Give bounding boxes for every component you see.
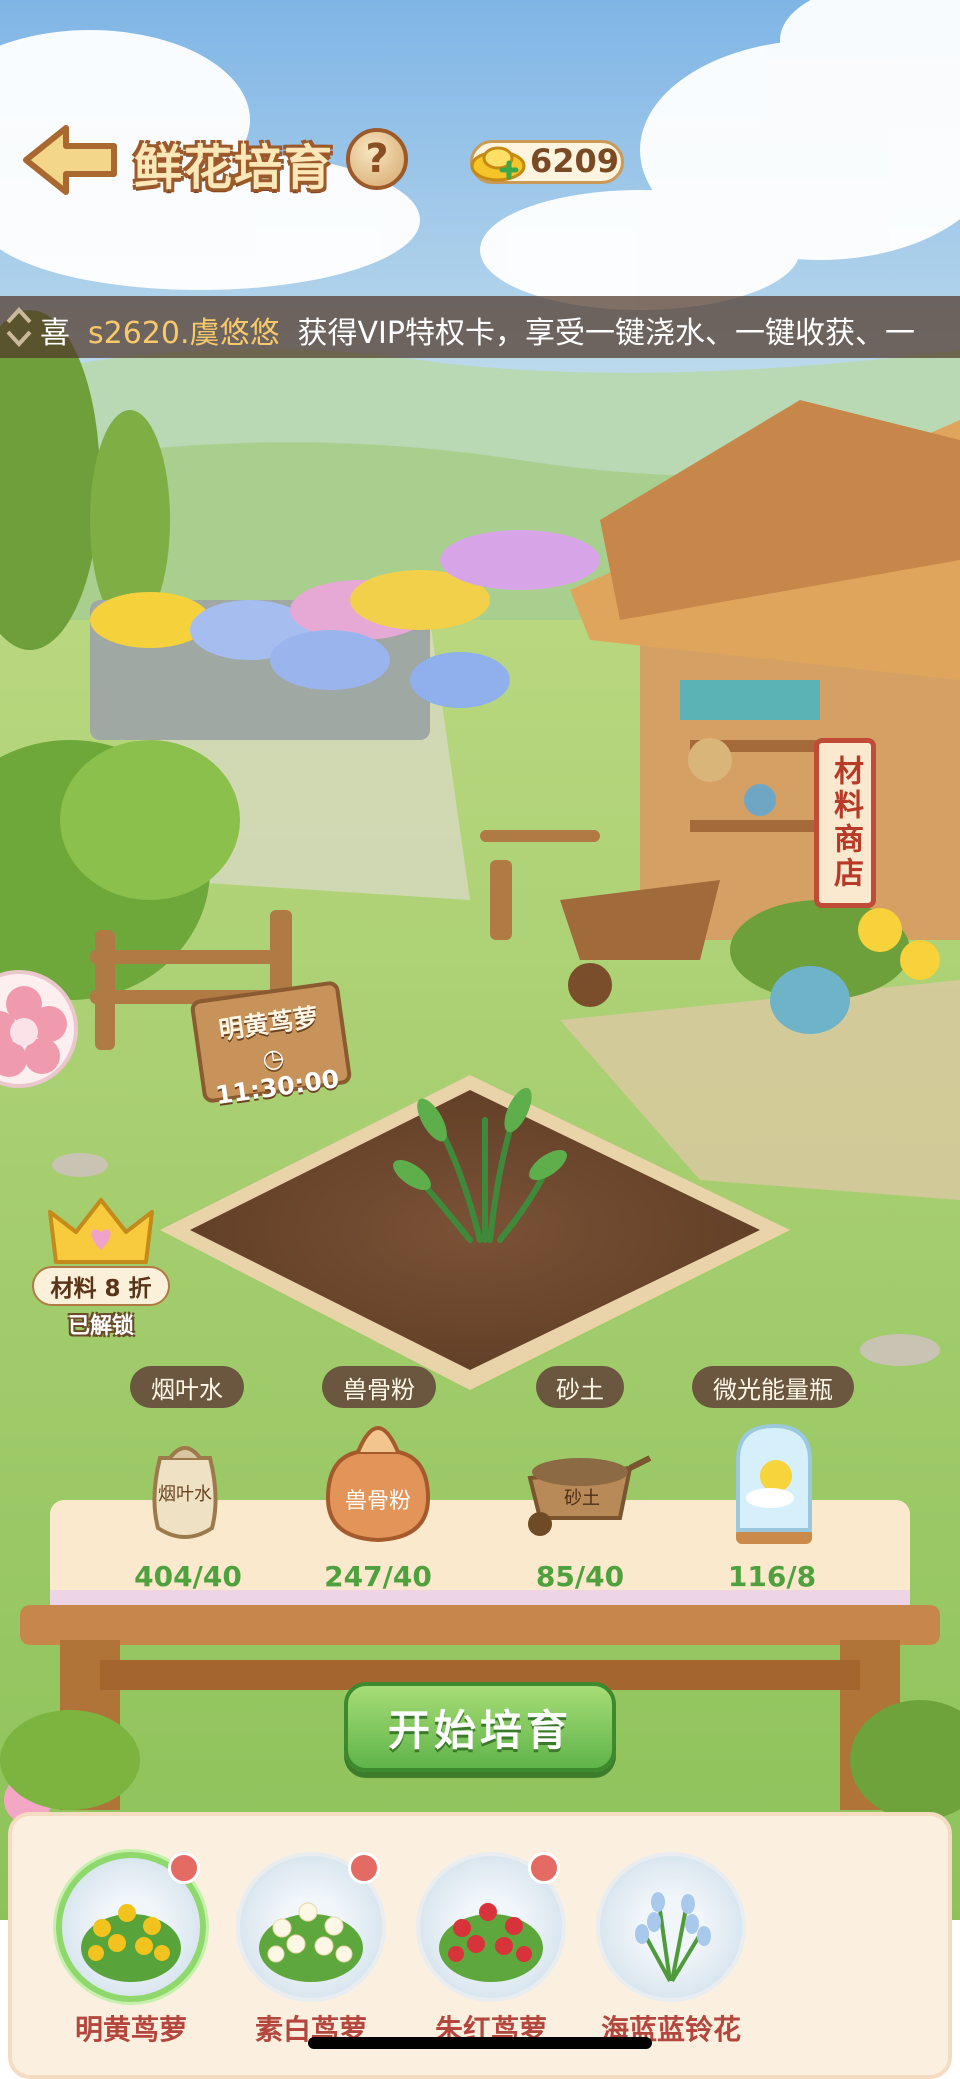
flower-option-plain-white[interactable]: 素白茑萝	[236, 1852, 386, 2062]
material-count-bone-powder: 247/40	[324, 1560, 432, 1593]
bone-sack-text: 兽骨粉	[345, 1489, 411, 1514]
tobacco-water-bag-icon[interactable]: 烟叶水	[140, 1418, 230, 1548]
material-count-tobacco-water: 404/40	[134, 1560, 242, 1593]
help-button[interactable]: ?	[346, 128, 408, 190]
notification-dot	[168, 1852, 200, 1884]
sand-soil-cart-icon[interactable]: 砂土	[510, 1438, 655, 1538]
gold-ingot-icon	[470, 146, 526, 182]
announcement-message: 获得VIP特权卡，享受一键浇水、一键收获、一	[297, 316, 915, 351]
scroll-arrows-icon	[6, 307, 32, 347]
material-label-tobacco-water: 烟叶水	[130, 1366, 244, 1408]
flower-thumbnail	[596, 1852, 746, 2002]
material-label-glow-jar: 微光能量瓶	[692, 1366, 854, 1408]
announcement-text: 喜 s2620.虞悠悠 获得VIP特权卡，享受一键浇水、一键收获、一	[40, 308, 915, 352]
pink-flower-icon	[0, 986, 67, 1077]
plant-timer-sign: 明黄茑萝 ◷ 11:30:00	[189, 980, 353, 1110]
vip-unlock-status: 已解锁	[67, 1314, 134, 1339]
back-arrow-icon	[23, 125, 117, 195]
bone-powder-sack-icon[interactable]: 兽骨粉	[318, 1418, 438, 1548]
flower-option-vermilion[interactable]: 朱红茑萝	[416, 1852, 566, 2062]
flower-option-bright-yellow[interactable]: 明黄茑萝	[56, 1852, 206, 2062]
flower-option-sea-blue-bellflower[interactable]: 海蓝蓝铃花	[596, 1852, 746, 2062]
announcement-player: s2620.虞悠悠	[88, 316, 280, 351]
material-label-sand-soil: 砂土	[536, 1366, 624, 1408]
start-cultivation-button[interactable]: 开始培育	[344, 1682, 616, 1772]
material-count-glow-jar: 116/8	[727, 1560, 817, 1593]
cart-text: 砂土	[564, 1488, 600, 1509]
side-flower-button[interactable]	[0, 970, 78, 1088]
game-scene: 鲜花培育 ? 6209 喜 s2620.虞悠悠 获得VIP特权卡，享受一键浇水、一键…	[0, 0, 960, 2079]
back-button[interactable]	[20, 120, 120, 200]
announcement-marquee: 喜 s2620.虞悠悠 获得VIP特权卡，享受一键浇水、一键收获、一	[0, 296, 960, 358]
material-label-bone-powder: 兽骨粉	[322, 1366, 436, 1408]
notification-dot	[348, 1852, 380, 1884]
crown-icon[interactable]	[46, 1192, 156, 1272]
glow-energy-jar-icon[interactable]	[724, 1420, 824, 1550]
currency-value: 6209	[530, 142, 620, 180]
bluebell-flower-icon	[635, 1892, 711, 1983]
material-shop-sign[interactable]: 材料商店	[814, 738, 876, 908]
clock-icon: ◷	[260, 1042, 287, 1075]
flower-option-name: 明黄茑萝	[74, 2013, 187, 2046]
tobacco-bag-text: 烟叶水	[158, 1484, 212, 1505]
home-indicator	[308, 2037, 652, 2049]
material-count-sand-soil: 85/40	[535, 1560, 625, 1593]
announcement-prefix: 喜	[40, 316, 70, 351]
vip-discount-label: 材料 8 折	[32, 1266, 170, 1306]
notification-dot	[528, 1852, 560, 1884]
page-title: 鲜花培育	[134, 140, 335, 196]
